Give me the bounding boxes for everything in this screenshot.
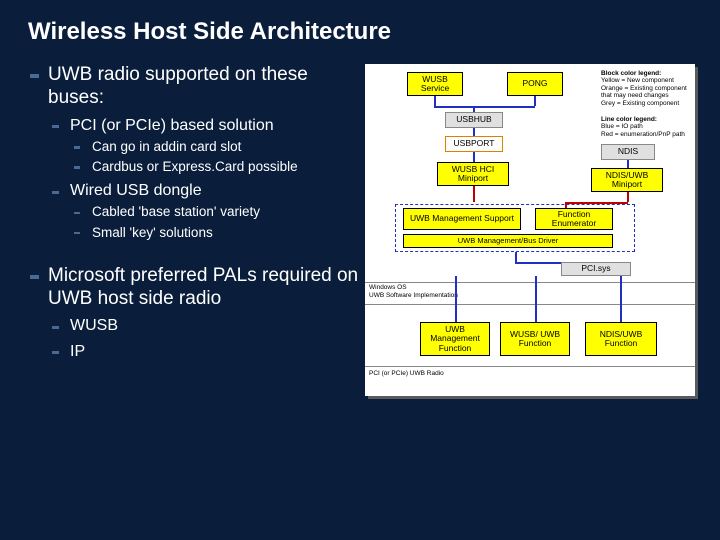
bullet-text: UWB radio supported on these buses: xyxy=(48,64,308,108)
architecture-diagram: Block color legend: Yellow = New compone… xyxy=(365,64,695,396)
block-ndis-uwb-miniport: NDIS/UWB Miniport xyxy=(591,168,663,192)
bullet-lvl3: Small 'key' solutions xyxy=(74,225,365,241)
legend-title: Block color legend: xyxy=(601,70,661,77)
block-pci-sys: PCI.sys xyxy=(561,262,631,276)
legend-line: Blue = IO path xyxy=(601,123,643,130)
bullet-text: PCI (or PCIe) based solution xyxy=(70,117,274,134)
block-wusb-service: WUSB Service xyxy=(407,72,463,96)
label-uwb-software: UWB Software Implementation xyxy=(369,292,458,299)
bullet-lvl2: Wired USB dongle Cabled 'base station' v… xyxy=(52,181,365,241)
block-legend: Block color legend: Yellow = New compone… xyxy=(601,70,691,107)
block-uwb-management-function: UWB Management Function xyxy=(420,322,490,356)
legend-line: Yellow = New component xyxy=(601,77,674,84)
block-usbport: USBPORT xyxy=(445,136,503,152)
bullet-lvl2: IP xyxy=(52,342,365,361)
diagram-column: Block color legend: Yellow = New compone… xyxy=(365,64,695,396)
legend-line: Grey = Existing component xyxy=(601,100,679,107)
legend-line: Orange = Existing component that may nee… xyxy=(601,85,687,99)
block-ndis-uwb-function: NDIS/UWB Function xyxy=(585,322,657,356)
bullet-lvl3: Can go in addin card slot xyxy=(74,139,365,155)
label-uwb-radio: PCI (or PCIe) UWB Radio xyxy=(369,370,444,377)
legend-line: Red = enumeration/PnP path xyxy=(601,131,685,138)
bullet-lvl1: Microsoft preferred PALs required on UWB… xyxy=(30,265,365,361)
bullet-text: Microsoft preferred PALs required on UWB… xyxy=(48,265,358,309)
content-row: UWB radio supported on these buses: PCI … xyxy=(0,46,720,396)
bullet-lvl2: WUSB xyxy=(52,316,365,335)
bullet-lvl1: UWB radio supported on these buses: PCI … xyxy=(30,64,365,241)
bullet-text: Wired USB dongle xyxy=(70,182,202,199)
block-uwb-management-support: UWB Management Support xyxy=(403,208,521,230)
block-wusb-hci-miniport: WUSB HCI Miniport xyxy=(437,162,509,186)
block-usbhub: USBHUB xyxy=(445,112,503,128)
label-windows-os: Windows OS xyxy=(369,284,407,291)
block-wusb-uwb-function: WUSB/ UWB Function xyxy=(500,322,570,356)
bullet-lvl2: PCI (or PCIe) based solution Can go in a… xyxy=(52,116,365,176)
bullet-column: UWB radio supported on these buses: PCI … xyxy=(30,64,365,396)
page-title: Wireless Host Side Architecture xyxy=(0,0,720,46)
bullet-lvl3: Cabled 'base station' variety xyxy=(74,204,365,220)
block-function-enumerator: Function Enumerator xyxy=(535,208,613,230)
line-legend: Line color legend: Blue = IO path Red = … xyxy=(601,116,691,138)
block-uwb-management-bus-driver: UWB Management/Bus Driver xyxy=(403,234,613,248)
block-pong: PONG xyxy=(507,72,563,96)
block-ndis: NDIS xyxy=(601,144,655,160)
legend-title: Line color legend: xyxy=(601,116,657,123)
bullet-lvl3: Cardbus or Express.Card possible xyxy=(74,159,365,175)
